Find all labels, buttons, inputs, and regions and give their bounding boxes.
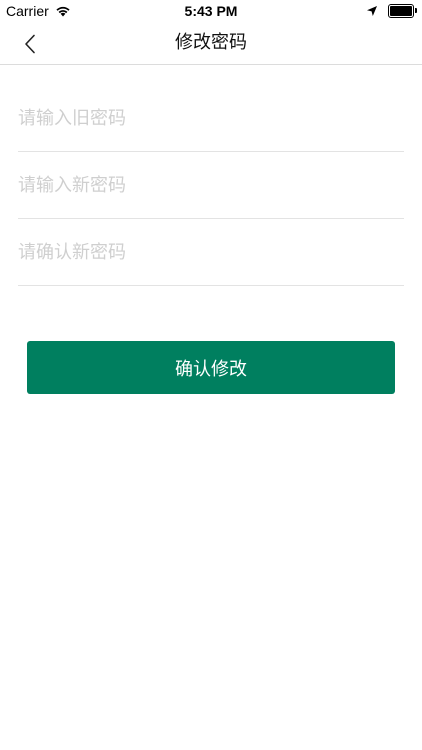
old-password-row	[18, 85, 404, 152]
battery-level	[390, 6, 412, 16]
battery-cap	[415, 8, 417, 13]
confirm-password-row	[18, 219, 404, 286]
new-password-row	[18, 152, 404, 219]
new-password-input[interactable]	[18, 152, 404, 218]
nav-bar: 修改密码	[0, 22, 422, 65]
password-form	[18, 85, 404, 286]
location-arrow-icon	[367, 6, 377, 16]
confirm-change-button[interactable]: 确认修改	[27, 341, 395, 394]
old-password-input[interactable]	[18, 85, 404, 151]
change-password-screen: Carrier 5:43 PM 修改密码 确认修改	[0, 0, 422, 750]
page-title: 修改密码	[175, 32, 247, 53]
confirm-password-input[interactable]	[18, 219, 404, 285]
battery-icon	[388, 4, 417, 18]
status-right-group	[366, 4, 417, 18]
clock: 5:43 PM	[184, 3, 238, 19]
status-bar: Carrier 5:43 PM	[0, 0, 422, 22]
